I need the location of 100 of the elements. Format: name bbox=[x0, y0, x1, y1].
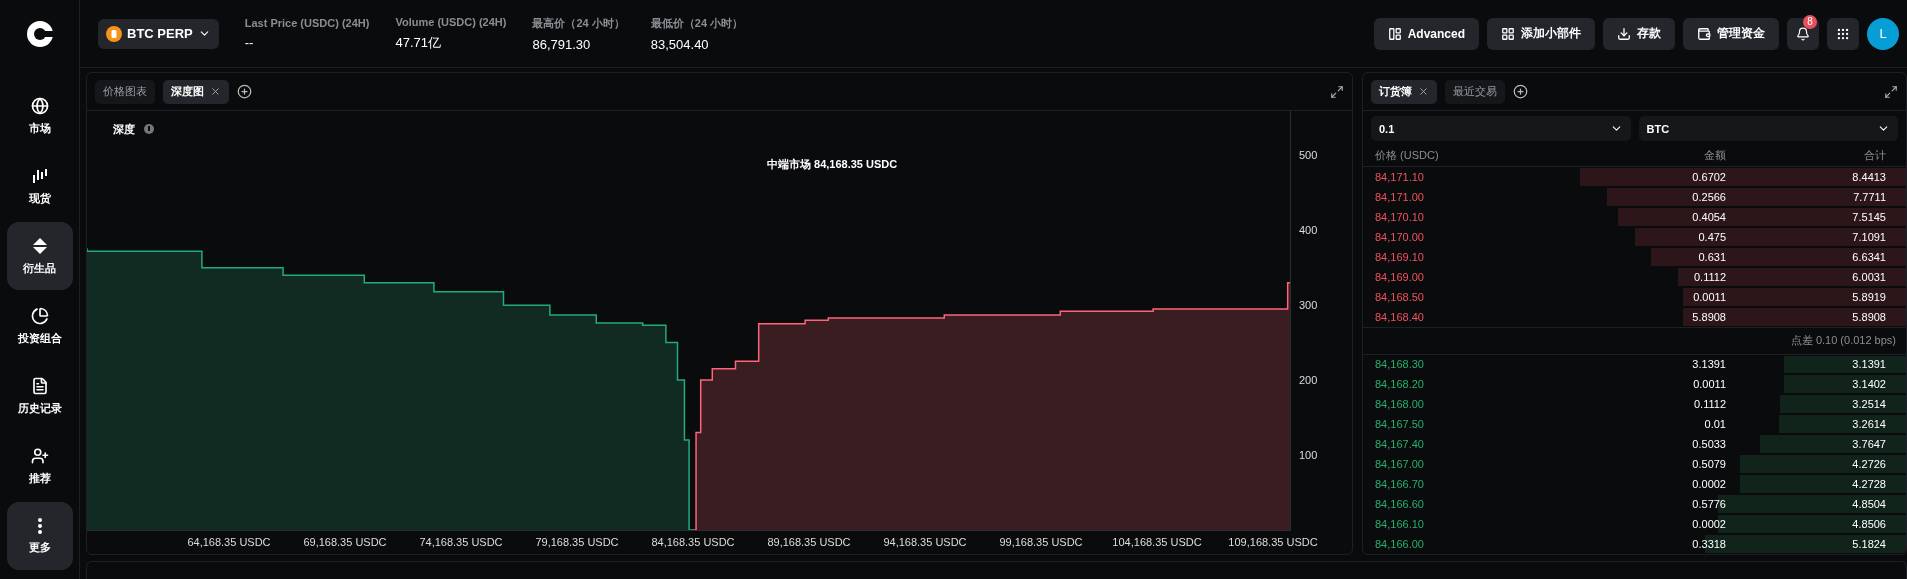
dots-grid-icon bbox=[1836, 26, 1850, 41]
axis-label: 500 bbox=[1299, 149, 1318, 162]
price-cell-text: 84,166.70 bbox=[1375, 478, 1425, 491]
coin-icon bbox=[106, 25, 122, 42]
amount-cell-text: 0.5033 bbox=[1691, 438, 1726, 451]
candlestick-icon bbox=[30, 166, 49, 185]
sidebar-item[interactable]: 市场 bbox=[6, 82, 73, 150]
amount-cell-text: 0.3318 bbox=[1691, 538, 1726, 551]
price-cell-text: 84,170.10 bbox=[1375, 210, 1425, 223]
total-cell-text: 4.2726 bbox=[1851, 458, 1886, 471]
sidebar-item[interactable]: 现货 bbox=[6, 152, 73, 220]
price-cell-text: 84,168.00 bbox=[1375, 398, 1425, 411]
axis-label: 69,168.35 USDC bbox=[303, 536, 387, 548]
toolbar-button[interactable]: Advanced bbox=[1373, 17, 1479, 50]
stat-label: 最低价（24 小时） bbox=[650, 15, 744, 31]
expand-icon[interactable] bbox=[1330, 84, 1344, 99]
close-icon[interactable] bbox=[1418, 86, 1429, 97]
bell-icon bbox=[1796, 26, 1810, 41]
total-cell-text: 8.4413 bbox=[1851, 170, 1886, 183]
close-icon[interactable] bbox=[210, 86, 221, 97]
tab[interactable]: 深度图 bbox=[163, 79, 229, 104]
stat-value: 86,791.30 bbox=[532, 36, 592, 52]
stat-label: Last Price (USDC) (24H) bbox=[244, 17, 370, 29]
axis-label: 200 bbox=[1299, 374, 1318, 387]
total-cell-text: 3.1391 bbox=[1851, 358, 1886, 371]
total-cell-text: 5.8908 bbox=[1851, 310, 1886, 323]
amount-cell-text: 0.0002 bbox=[1691, 478, 1726, 491]
price-cell-text: 84,169.00 bbox=[1375, 270, 1425, 283]
column-header: 金额 bbox=[1703, 147, 1726, 163]
apps-button[interactable] bbox=[1827, 17, 1859, 50]
sidebar-item[interactable]: 推荐 bbox=[6, 432, 73, 500]
download-icon bbox=[1617, 26, 1631, 41]
axis-label: 104,168.35 USDC bbox=[1112, 536, 1202, 548]
tab[interactable]: 价格图表 bbox=[95, 79, 155, 104]
amount-cell-text: 0.4054 bbox=[1691, 210, 1726, 223]
total-cell-text: 7.5145 bbox=[1851, 210, 1886, 223]
sidebar-item[interactable]: 更多 bbox=[6, 502, 73, 570]
axis-label: 99,168.35 USDC bbox=[999, 536, 1083, 548]
stat-label: Volume (USDC) (24H) bbox=[395, 15, 507, 28]
price-cell-text: 84,168.20 bbox=[1375, 378, 1425, 391]
wallet-icon bbox=[1697, 26, 1711, 41]
stat-value: 83,504.40 bbox=[650, 36, 710, 52]
price-cell-text: 84,168.50 bbox=[1375, 290, 1425, 303]
price-cell-text: 84,168.40 bbox=[1375, 310, 1425, 323]
amount-cell-text: 0.2566 bbox=[1691, 190, 1726, 203]
amount-cell-text: 0.5776 bbox=[1691, 498, 1726, 511]
globe-icon bbox=[30, 96, 49, 115]
increment-dropdown[interactable]: 0.1 bbox=[1371, 116, 1631, 141]
total-cell-text: 7.7711 bbox=[1852, 190, 1886, 203]
price-cell-text: 84,166.60 bbox=[1375, 498, 1425, 511]
total-cell-text: 7.1091 bbox=[1851, 230, 1886, 243]
price-cell-text: 84,170.00 bbox=[1375, 230, 1425, 243]
amount-cell-text: 0.0011 bbox=[1692, 290, 1726, 303]
market-selector[interactable]: BTC PERP bbox=[98, 18, 219, 49]
spread-text: 点差 0.10 (0.012 bps) bbox=[1790, 333, 1896, 349]
sidebar-item[interactable]: 衍生品 bbox=[6, 222, 73, 290]
price-cell-text: 84,171.10 bbox=[1375, 170, 1425, 183]
price-cell-text: 84,169.10 bbox=[1375, 250, 1425, 263]
total-cell-text: 6.0031 bbox=[1851, 270, 1886, 283]
price-cell-text: 84,167.40 bbox=[1375, 438, 1425, 451]
tab[interactable]: 订货簿 bbox=[1371, 79, 1437, 104]
chart-title: 深度 bbox=[113, 123, 135, 135]
toolbar-button[interactable]: 管理资金 bbox=[1683, 17, 1779, 50]
price-cell-text: 84,171.00 bbox=[1375, 190, 1425, 203]
toolbar-button[interactable]: 添加小部件 bbox=[1487, 17, 1595, 50]
mid-market-price: 中端市场 84,168.35 USDC bbox=[767, 158, 898, 170]
axis-label: 84,168.35 USDC bbox=[651, 536, 735, 548]
notification-button[interactable]: 8 bbox=[1787, 17, 1819, 50]
tab[interactable]: 最近交易 bbox=[1445, 79, 1505, 104]
sidebar-item[interactable]: 投资组合 bbox=[6, 292, 73, 360]
amount-cell-text: 5.8908 bbox=[1691, 310, 1726, 323]
toolbar-button[interactable]: 存款 bbox=[1603, 17, 1675, 50]
stat-label: 最高价（24 小时） bbox=[532, 15, 625, 31]
pie-chart-icon bbox=[30, 306, 49, 325]
price-cell-text: 84,167.00 bbox=[1375, 458, 1425, 471]
stat-value: 47.71亿 bbox=[395, 33, 442, 52]
price-cell-text: 84,168.30 bbox=[1375, 358, 1425, 371]
total-cell-text: 5.1824 bbox=[1851, 538, 1886, 551]
layout-icon bbox=[1387, 26, 1402, 41]
axis-label: 109,168.35 USDC bbox=[1228, 536, 1318, 548]
axis-label: 64,168.35 USDC bbox=[187, 536, 271, 548]
axis-label: 400 bbox=[1299, 224, 1318, 237]
axis-label: 74,168.35 USDC bbox=[419, 536, 503, 548]
amount-cell-text: 0.5079 bbox=[1691, 458, 1726, 471]
help-icon bbox=[144, 124, 154, 134]
expand-icon[interactable] bbox=[1884, 84, 1898, 99]
unit-dropdown[interactable]: BTC bbox=[1638, 116, 1898, 141]
total-cell-text: 5.8919 bbox=[1851, 290, 1886, 303]
add-tab-icon[interactable] bbox=[1513, 84, 1528, 99]
total-cell-text: 3.1402 bbox=[1851, 378, 1886, 391]
sidebar-item[interactable]: 历史记录 bbox=[6, 362, 73, 430]
add-tab-icon[interactable] bbox=[237, 84, 252, 99]
total-cell-text: 4.8504 bbox=[1851, 498, 1886, 511]
price-cell-text: 84,167.50 bbox=[1375, 418, 1425, 431]
column-header: 价格 (USDC) bbox=[1375, 147, 1440, 163]
amount-cell-text: 0.0011 bbox=[1692, 378, 1726, 391]
notification-count: 8 bbox=[1803, 14, 1817, 29]
amount-cell-text: 0.1112 bbox=[1693, 398, 1726, 411]
total-cell-text: 6.6341 bbox=[1851, 250, 1886, 263]
column-header: 合计 bbox=[1863, 147, 1886, 163]
